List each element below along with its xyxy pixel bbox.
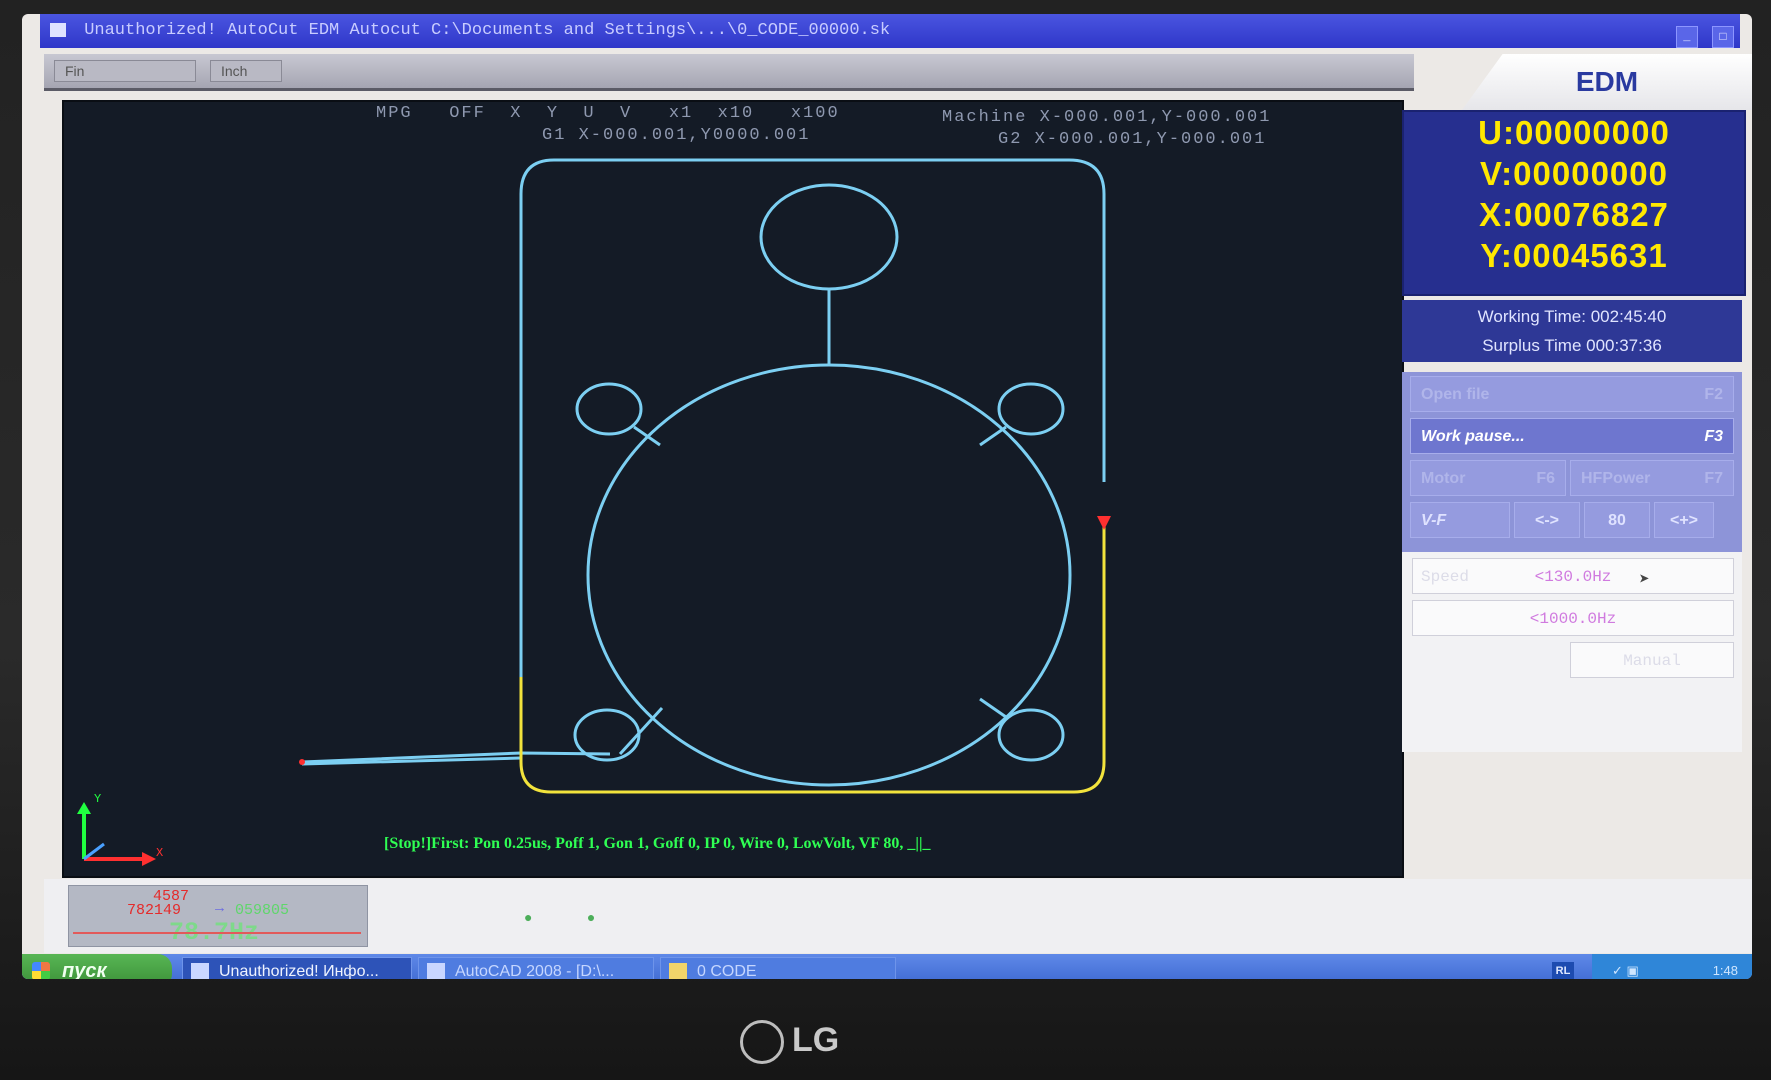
coord-x: X:00076827 <box>1479 196 1669 233</box>
frequency2-row[interactable]: <1000.0Hz <box>1412 600 1734 636</box>
button-area: Open file F2 Work pause... F3 Motor F6 H… <box>1402 372 1742 552</box>
menu-item-inch[interactable]: Inch <box>210 60 282 82</box>
surplus-time: Surplus Time 000:37:36 <box>1482 336 1662 355</box>
window-title: Unauthorized! AutoCut EDM Autocut C:\Doc… <box>84 21 891 40</box>
gauge-waveform <box>73 932 361 934</box>
open-file-label: Open file <box>1421 386 1490 403</box>
folder-icon <box>669 963 687 979</box>
axis-y-label: Y <box>94 792 102 806</box>
monitor-logo: LG <box>740 1020 870 1064</box>
coord-y: Y:00045631 <box>1480 237 1668 274</box>
time-display: Working Time: 002:45:40 Surplus Time 000… <box>1402 300 1742 362</box>
info-strip: 4587 782149 → 059805 78.7Hz ● ● <box>44 879 1752 953</box>
taskbar-item-label: 0 CODE <box>697 963 757 979</box>
frequency-gauge: 4587 782149 → 059805 78.7Hz <box>68 885 368 947</box>
motor-button[interactable]: Motor F6 <box>1410 460 1566 496</box>
system-tray: ✓ ▣ 1:48 <box>1592 954 1752 979</box>
status-line: [Stop!]First: Pon 0.25us, Poff 1, Gon 1,… <box>384 835 931 852</box>
taskbar: пуск Unauthorized! Инфо... AutoCAD 2008 … <box>22 954 1752 979</box>
window-icon <box>191 963 209 979</box>
window-controls: _ □ <box>1672 20 1734 48</box>
cutting-canvas[interactable]: MPG OFF X Y U V x1 x10 x100 G1 X-000.001… <box>62 100 1404 878</box>
gauge-line3: 059805 <box>235 902 290 919</box>
app-icon <box>50 22 66 37</box>
monitor-bezel: Unauthorized! AutoCut EDM Autocut C:\Doc… <box>0 0 1771 1080</box>
part-drawing <box>77 158 1111 866</box>
language-indicator[interactable]: RL <box>1552 962 1574 979</box>
progress-dots: ● ● <box>524 909 596 925</box>
windows-logo-icon <box>32 962 50 979</box>
hole-bottom-right <box>997 708 1065 762</box>
screen: Unauthorized! AutoCut EDM Autocut C:\Doc… <box>22 14 1752 979</box>
frequency-area: Speed <130.0Hz ➤ <1000.0Hz Manual <box>1402 552 1742 752</box>
taskbar-item-label: AutoCAD 2008 - [D:\... <box>455 963 615 979</box>
coordinate-display: U:00000000 V:00000000 X:00076827 Y:00045… <box>1402 110 1746 296</box>
taskbar-item-label: Unauthorized! Инфо... <box>219 963 379 979</box>
work-pause-button[interactable]: Work pause... F3 <box>1410 418 1734 454</box>
vf-label: V-F <box>1410 502 1510 538</box>
menubar: Fin Inch <box>44 54 1414 91</box>
vf-decrease-button[interactable]: <-> <box>1514 502 1580 538</box>
tray-icons[interactable]: ✓ ▣ <box>1612 963 1639 978</box>
open-file-key: F2 <box>1704 386 1723 403</box>
frequency2-value: <1000.0Hz <box>1529 610 1617 628</box>
edm-tab[interactable]: EDM <box>1462 54 1752 110</box>
brand-label: LG <box>792 1020 840 1059</box>
taskbar-item-autocut[interactable]: Unauthorized! Инфо... <box>182 957 412 979</box>
taskbar-item-folder[interactable]: 0 CODE <box>660 957 896 979</box>
window-titlebar: Unauthorized! AutoCut EDM Autocut C:\Doc… <box>40 14 1740 48</box>
work-pause-key: F3 <box>1704 428 1723 445</box>
open-file-button[interactable]: Open file F2 <box>1410 376 1734 412</box>
work-pause-label: Work pause... <box>1421 428 1525 445</box>
coord-u: U:00000000 <box>1478 114 1670 151</box>
manual-button[interactable]: Manual <box>1570 642 1734 678</box>
arrow-right-icon: → <box>215 900 225 917</box>
minimize-button[interactable]: _ <box>1675 26 1698 48</box>
start-label: пуск <box>62 960 107 979</box>
working-time: Working Time: 002:45:40 <box>1477 307 1667 326</box>
wire-position-marker <box>1097 516 1111 530</box>
coord-v: V:00000000 <box>1479 155 1668 192</box>
motor-label: Motor <box>1421 470 1466 487</box>
speed-value: <130.0Hz <box>1534 568 1612 586</box>
main-ellipse <box>586 363 1072 787</box>
clock: 1:48 <box>1712 963 1738 978</box>
vf-value: 80 <box>1584 502 1650 538</box>
motor-key: F6 <box>1536 470 1555 487</box>
hf-power-key: F7 <box>1704 470 1723 487</box>
hole-top-right <box>997 382 1065 436</box>
start-button[interactable]: пуск <box>22 954 172 979</box>
gauge-line2: 782149 <box>127 902 182 919</box>
speed-row[interactable]: Speed <130.0Hz ➤ <box>1412 558 1734 594</box>
menu-item-fin[interactable]: Fin <box>54 60 196 82</box>
top-circle <box>759 183 899 291</box>
axis-x-label: X <box>156 846 164 860</box>
speed-label: Speed <box>1421 568 1470 586</box>
maximize-button[interactable]: □ <box>1712 26 1734 48</box>
mouse-cursor-icon: ➤ <box>1639 571 1650 591</box>
vf-increase-button[interactable]: <+> <box>1654 502 1714 538</box>
control-panel: U:00000000 V:00000000 X:00076827 Y:00045… <box>1402 110 1746 870</box>
lg-logo-icon <box>740 1020 784 1064</box>
axis-indicator <box>77 802 156 866</box>
hf-power-label: HFPower <box>1581 470 1651 487</box>
hole-top-left <box>575 382 643 436</box>
autocad-icon <box>427 963 445 979</box>
hf-power-button[interactable]: HFPower F7 <box>1570 460 1734 496</box>
outer-contour <box>519 158 1106 677</box>
taskbar-item-autocad[interactable]: AutoCAD 2008 - [D:\... <box>418 957 654 979</box>
